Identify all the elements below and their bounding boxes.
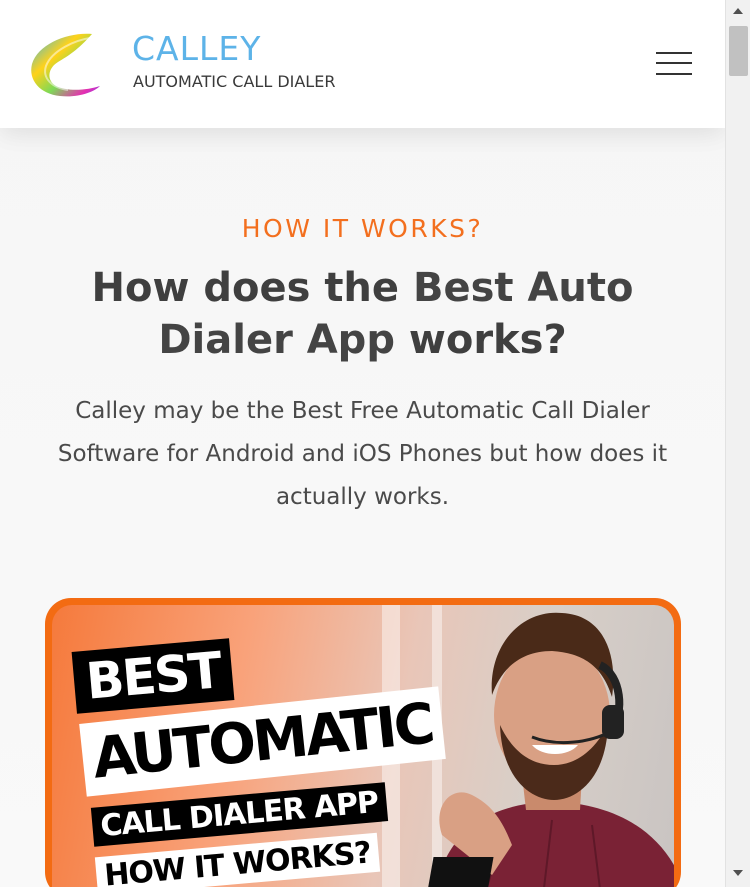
scroll-down-arrow-icon[interactable]: [733, 870, 743, 876]
section-eyebrow: HOW IT WORKS?: [241, 214, 484, 243]
section-description: Calley may be the Best Free Automatic Ca…: [57, 398, 668, 510]
scroll-up-arrow-icon[interactable]: [733, 8, 743, 14]
brand-tagline: AUTOMATIC CALL DIALER: [133, 72, 336, 91]
site-header: CALLEY AUTOMATIC CALL DIALER: [0, 0, 725, 128]
vertical-scrollbar[interactable]: [725, 0, 750, 887]
headline-part1: How does the: [91, 265, 413, 311]
video-thumbnail[interactable]: BEST AUTOMATIC CALL DIALER APP HOW IT WO…: [45, 598, 681, 887]
play-button-icon[interactable]: [426, 857, 494, 887]
person-with-headset-image: [435, 612, 674, 887]
page: CALLEY AUTOMATIC CALL DIALER HOW IT WORK…: [0, 0, 725, 887]
headline-part2: works?: [394, 317, 567, 363]
video-frame[interactable]: BEST AUTOMATIC CALL DIALER APP HOW IT WO…: [52, 605, 674, 887]
calley-logo-icon[interactable]: [28, 28, 104, 100]
brand-name[interactable]: CALLEY: [132, 32, 261, 65]
video-text-best: BEST: [71, 638, 235, 714]
hamburger-menu-icon[interactable]: [656, 50, 694, 78]
section-headline: How does the Best Auto Dialer App works?: [40, 262, 685, 366]
scroll-thumb[interactable]: [729, 26, 748, 76]
